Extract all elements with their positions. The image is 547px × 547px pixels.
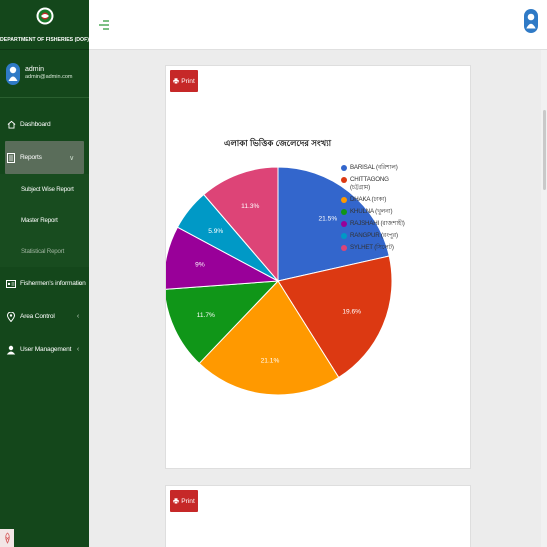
printer-icon <box>173 498 179 504</box>
slice-percent-label: 11.7% <box>197 312 215 319</box>
submenu-item-subject-wise-report[interactable]: Subject Wise Report <box>0 174 89 205</box>
print-label: Print <box>181 497 195 505</box>
user-avatar-icon[interactable] <box>524 9 538 33</box>
slice-percent-label: 11.3% <box>241 203 259 210</box>
legend-label: DHAKA (ঢাকা) <box>350 196 387 203</box>
sidebar: DEPARTMENT OF FISHERIES (DOF) admin admi… <box>0 0 89 547</box>
legend-label: KHULNA (খুলনা) <box>350 208 393 215</box>
print-button[interactable]: Print <box>170 490 198 512</box>
legend-label: CHITTAGONG (চট্টগ্রাম) <box>350 176 389 191</box>
sidebar-item-dashboard[interactable]: Dashboard <box>0 108 89 141</box>
chevron-left-icon: ‹ <box>76 346 79 353</box>
legend-item[interactable]: CHITTAGONG (চট্টগ্রাম) <box>341 176 405 192</box>
sidebar-nav: Dashboard Reports ∨ Subject Wise Report … <box>0 98 89 366</box>
home-icon <box>6 120 16 130</box>
sidebar-item-fishermen-information[interactable]: Fishermen's information ‹ <box>0 267 89 300</box>
sidebar-item-label: Reports <box>20 154 42 161</box>
dof-logo-icon <box>36 2 54 34</box>
sidebar-item-label: User Management <box>20 346 72 353</box>
slice-percent-label: 9% <box>195 261 205 268</box>
reports-submenu: Subject Wise Report Master Report Statis… <box>0 174 89 267</box>
document-icon <box>6 152 16 163</box>
legend-label: RANGPUR (রংপুর) <box>350 232 398 239</box>
scrollbar-thumb[interactable] <box>543 110 546 190</box>
legend-swatch <box>341 197 347 203</box>
user-panel[interactable]: admin admin@admin.com <box>0 50 89 98</box>
sidebar-item-label: Dashboard <box>20 121 51 128</box>
brand[interactable]: DEPARTMENT OF FISHERIES (DOF) <box>0 0 89 50</box>
scrollbar[interactable] <box>541 50 547 547</box>
legend-swatch <box>341 165 347 171</box>
users-icon <box>6 345 16 355</box>
legend-label: SYLHET (সিলেট) <box>350 244 394 251</box>
legend-swatch <box>341 209 347 215</box>
slice-percent-label: 21.5% <box>319 216 338 223</box>
menu-toggle-icon[interactable] <box>98 18 110 30</box>
sidebar-item-label: Fishermen's information <box>20 280 86 287</box>
chevron-left-icon: ‹ <box>76 313 79 320</box>
submenu-item-master-report[interactable]: Master Report <box>0 205 89 236</box>
slice-percent-label: 19.6% <box>342 309 361 316</box>
sidebar-item-user-management[interactable]: User Management ‹ <box>0 333 89 366</box>
legend-item[interactable]: DHAKA (ঢাকা) <box>341 196 405 204</box>
chevron-down-icon: ∨ <box>69 154 74 162</box>
legend-item[interactable]: RANGPUR (রংপুর) <box>341 232 405 240</box>
sidebar-item-reports[interactable]: Reports ∨ <box>5 141 84 174</box>
pie-chart: 21.5% 19.6% 21.1% 11.7% 9% 5.9% 11.3% <box>166 166 393 396</box>
legend-swatch <box>341 177 347 183</box>
legend-swatch <box>341 221 347 227</box>
chart-card-2: Print <box>165 485 471 547</box>
legend-item[interactable]: SYLHET (সিলেট) <box>341 244 405 252</box>
top-bar <box>89 0 547 50</box>
id-card-icon <box>6 279 16 289</box>
user-email: admin@admin.com <box>25 74 73 80</box>
legend-swatch <box>341 233 347 239</box>
slice-percent-label: 5.9% <box>208 228 223 235</box>
user-name: admin <box>25 66 45 73</box>
legend-item[interactable]: KHULNA (খুলনা) <box>341 208 405 216</box>
sidebar-item-label: Area Control <box>20 313 55 320</box>
legend-item[interactable]: RAJSHAHI (রাজশাহী) <box>341 220 405 228</box>
legend-item[interactable]: BARISAL (বরিশাল) <box>341 164 405 172</box>
chart-card: Print এলাকা ভিত্তিক জেলেদের সংখ্যা 21.5%… <box>165 65 471 469</box>
submenu-item-statistical-report[interactable]: Statistical Report <box>0 236 89 267</box>
chevron-left-icon: ‹ <box>78 280 81 287</box>
avatar <box>6 62 20 85</box>
brand-title: DEPARTMENT OF FISHERIES (DOF) <box>0 37 89 43</box>
legend-swatch <box>341 245 347 251</box>
legend-label: RAJSHAHI (রাজশাহী) <box>350 220 405 227</box>
chart-legend: BARISAL (বরিশাল) CHITTAGONG (চট্টগ্রাম) DH… <box>341 164 405 256</box>
legend-label: BARISAL (বরিশাল) <box>350 164 398 171</box>
footer-logo-icon <box>0 529 14 547</box>
sidebar-item-area-control[interactable]: Area Control ‹ <box>0 300 89 333</box>
slice-percent-label: 21.1% <box>261 357 280 364</box>
location-pin-icon <box>6 311 16 322</box>
